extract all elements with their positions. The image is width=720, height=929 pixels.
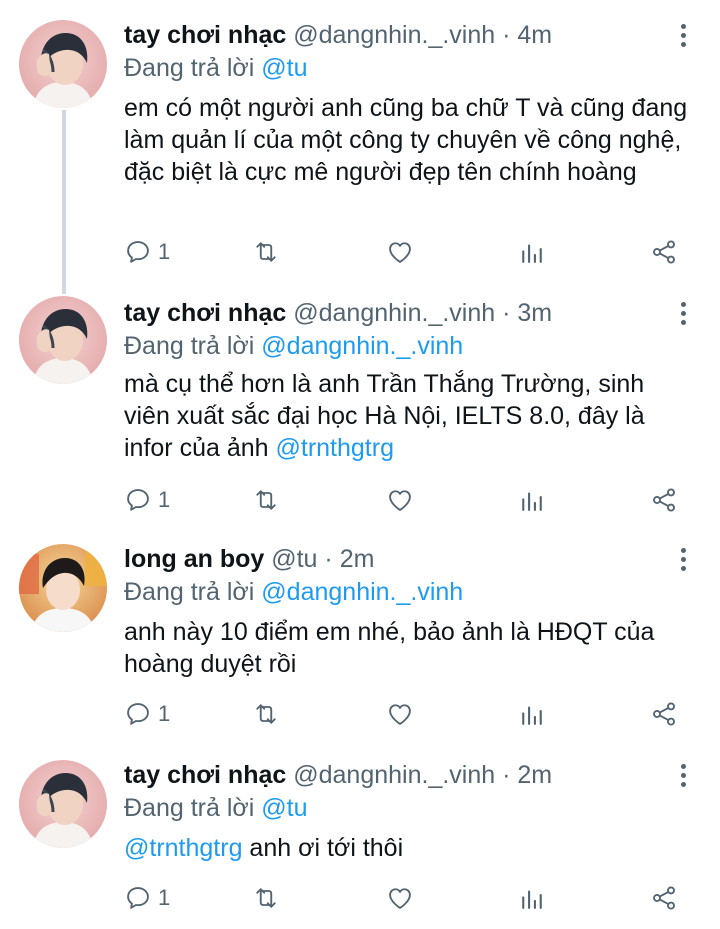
replying-to-label: Đang trả lời xyxy=(124,794,255,822)
separator: · xyxy=(324,545,333,573)
display-name[interactable]: tay chơi nhạc xyxy=(124,21,286,49)
analytics-icon xyxy=(518,486,546,514)
avatar[interactable] xyxy=(19,296,107,384)
retweet-button[interactable] xyxy=(252,482,280,518)
like-icon xyxy=(386,700,414,728)
action-bar: 1 xyxy=(0,482,720,518)
reply-count: 1 xyxy=(158,885,171,910)
tweet-text-part: anh ơi tới thôi xyxy=(242,834,404,862)
more-vertical-icon[interactable] xyxy=(672,24,694,50)
mention-link[interactable]: @trnthgtrg xyxy=(276,434,394,462)
tweet-header: tay chơi nhạc @dangnhin._.vinh · 3m xyxy=(124,296,552,330)
avatar[interactable] xyxy=(19,760,107,848)
reply-button[interactable]: 1 xyxy=(124,696,170,732)
like-icon xyxy=(386,238,414,266)
replying-to-label: Đang trả lời xyxy=(124,578,255,606)
mention-link[interactable]: @trnthgtrg xyxy=(124,834,242,862)
like-button[interactable] xyxy=(386,696,414,732)
reply-button[interactable]: 1 xyxy=(124,234,170,270)
share-icon xyxy=(650,238,678,266)
tweet-text: mà cụ thể hơn là anh Trần Thắng Trường, … xyxy=(124,368,694,464)
reply-icon xyxy=(124,238,152,266)
avatar[interactable] xyxy=(19,20,107,108)
replying-to-label: Đang trả lời xyxy=(124,332,255,360)
reply-count: 1 xyxy=(158,239,171,264)
replying-to: Đang trả lời @dangnhin._.vinh xyxy=(124,576,463,608)
reply-icon xyxy=(124,486,152,514)
analytics-icon xyxy=(518,884,546,912)
retweet-button[interactable] xyxy=(252,234,280,270)
share-button[interactable] xyxy=(650,696,678,732)
tweet[interactable]: tay chơi nhạc @dangnhin._.vinh · 3m Đang… xyxy=(0,296,720,528)
tweet-header: tay chơi nhạc @dangnhin._.vinh · 4m xyxy=(124,18,552,52)
retweet-button[interactable] xyxy=(252,880,280,916)
timestamp[interactable]: 2m xyxy=(517,761,552,789)
reply-icon xyxy=(124,700,152,728)
separator: · xyxy=(502,761,511,789)
reply-count: 1 xyxy=(158,487,171,512)
share-icon xyxy=(650,700,678,728)
handle[interactable]: @dangnhin._.vinh xyxy=(293,21,495,49)
analytics-button[interactable] xyxy=(518,696,546,732)
more-vertical-icon[interactable] xyxy=(672,302,694,328)
analytics-button[interactable] xyxy=(518,234,546,270)
tweet-text: em có một người anh cũng ba chữ T và cũn… xyxy=(124,94,688,186)
handle[interactable]: @dangnhin._.vinh xyxy=(293,299,495,327)
replying-to: Đang trả lời @tu xyxy=(124,792,308,824)
display-name[interactable]: tay chơi nhạc xyxy=(124,761,286,789)
tweet[interactable]: long an boy @tu · 2m Đang trả lời @dangn… xyxy=(0,542,720,744)
avatar[interactable] xyxy=(19,544,107,632)
separator: · xyxy=(502,21,511,49)
analytics-button[interactable] xyxy=(518,880,546,916)
retweet-icon xyxy=(252,238,280,266)
like-icon xyxy=(386,486,414,514)
share-icon xyxy=(650,884,678,912)
share-button[interactable] xyxy=(650,234,678,270)
analytics-icon xyxy=(518,238,546,266)
like-button[interactable] xyxy=(386,880,414,916)
retweet-icon xyxy=(252,700,280,728)
share-icon xyxy=(650,486,678,514)
more-vertical-icon[interactable] xyxy=(672,764,694,790)
analytics-button[interactable] xyxy=(518,482,546,518)
tweet-text: @trnthgtrg anh ơi tới thôi xyxy=(124,832,694,864)
tweet-text: anh này 10 điểm em nhé, bảo ảnh là HĐQT … xyxy=(124,618,655,678)
reply-button[interactable]: 1 xyxy=(124,482,170,518)
replying-to-mention[interactable]: @dangnhin._.vinh xyxy=(261,332,463,360)
like-icon xyxy=(386,884,414,912)
replying-to-label: Đang trả lời xyxy=(124,54,255,82)
timestamp[interactable]: 2m xyxy=(340,545,375,573)
retweet-icon xyxy=(252,884,280,912)
replying-to-mention[interactable]: @tu xyxy=(261,794,307,822)
handle[interactable]: @tu xyxy=(271,545,317,573)
tweet[interactable]: tay chơi nhạc @dangnhin._.vinh · 4m Đang… xyxy=(0,18,720,280)
reply-count: 1 xyxy=(158,701,171,726)
display-name[interactable]: long an boy xyxy=(124,545,264,573)
action-bar: 1 xyxy=(0,696,720,732)
replying-to-mention[interactable]: @tu xyxy=(261,54,307,82)
reply-button[interactable]: 1 xyxy=(124,880,170,916)
analytics-icon xyxy=(518,700,546,728)
like-button[interactable] xyxy=(386,234,414,270)
share-button[interactable] xyxy=(650,880,678,916)
replying-to: Đang trả lời @tu xyxy=(124,52,308,84)
reply-icon xyxy=(124,884,152,912)
replying-to-mention[interactable]: @dangnhin._.vinh xyxy=(261,578,463,606)
action-bar: 1 xyxy=(0,234,720,270)
action-bar: 1 xyxy=(0,880,720,916)
like-button[interactable] xyxy=(386,482,414,518)
timestamp[interactable]: 4m xyxy=(517,21,552,49)
replying-to: Đang trả lời @dangnhin._.vinh xyxy=(124,330,463,362)
display-name[interactable]: tay chơi nhạc xyxy=(124,299,286,327)
more-vertical-icon[interactable] xyxy=(672,548,694,574)
retweet-button[interactable] xyxy=(252,696,280,732)
tweet-header: long an boy @tu · 2m xyxy=(124,542,374,576)
tweet-header: tay chơi nhạc @dangnhin._.vinh · 2m xyxy=(124,758,552,792)
share-button[interactable] xyxy=(650,482,678,518)
handle[interactable]: @dangnhin._.vinh xyxy=(293,761,495,789)
retweet-icon xyxy=(252,486,280,514)
tweet[interactable]: tay chơi nhạc @dangnhin._.vinh · 2m Đang… xyxy=(0,758,720,928)
timestamp[interactable]: 3m xyxy=(517,299,552,327)
separator: · xyxy=(502,299,511,327)
